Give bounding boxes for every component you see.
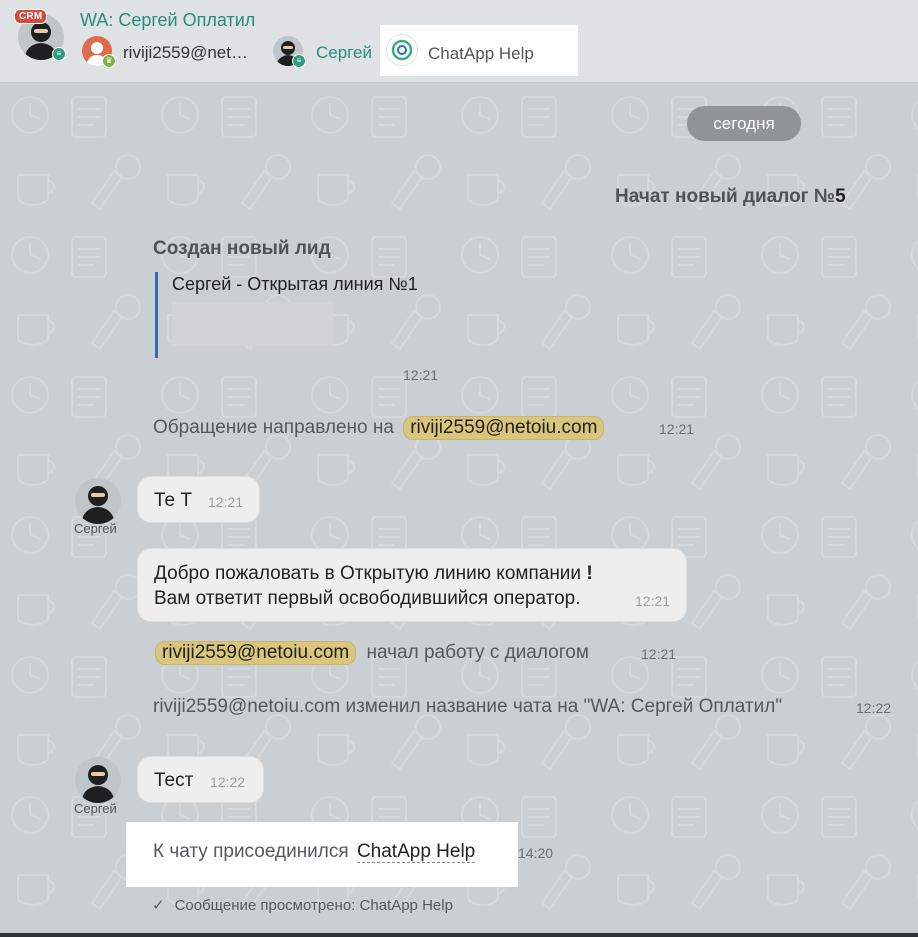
welcome-line-1: Добро пожаловать в Открытую линию компан… (154, 563, 593, 584)
lead-time: 12:21 (403, 367, 439, 383)
chat-renamed-notice: riviji2559@netoiu.com изменил название ч… (153, 696, 783, 717)
message-bubble[interactable]: Те Т 12:21 (137, 476, 260, 523)
joined-highlight: К чату присоединился ChatApp Help 14:20 (126, 822, 553, 887)
quote-bar (155, 272, 158, 358)
started-time: 12:21 (641, 646, 677, 662)
message-text: Тест (154, 770, 194, 791)
message-text: Те Т (154, 490, 192, 511)
crm-badge: CRM (14, 9, 48, 24)
crown-icon: ♛ (102, 54, 116, 68)
seen-status: ✓ Сообщение просмотрено: ChatApp Help (152, 896, 453, 914)
operator-mention[interactable]: riviji2559@netoiu.com (403, 416, 605, 440)
message-bubble[interactable]: Тест 12:22 (137, 756, 264, 803)
joined-user-link[interactable]: ChatApp Help (356, 841, 476, 863)
sender-name: Сергей (74, 801, 117, 816)
welcome-message-bubble[interactable]: Добро пожаловать в Открытую линию компан… (137, 548, 687, 622)
check-icon: ✓ (152, 897, 165, 914)
message-time: 12:21 (635, 593, 671, 609)
member-name-riviji[interactable]: riviji2559@net… (123, 43, 248, 63)
new-dialog-number: 5 (835, 186, 846, 207)
lead-created-title: Создан новый лид (153, 238, 331, 259)
new-dialog-notice: Начат новый диалог №5 (615, 186, 846, 208)
bottom-edge (0, 933, 918, 937)
message-time: 12:22 (210, 774, 246, 790)
operator-mention[interactable]: riviji2559@netoiu.com (155, 641, 357, 665)
new-dialog-text: Начат новый диалог № (615, 186, 836, 207)
lead-link[interactable]: Сергей - Открытая линия №1 (172, 274, 418, 295)
member-name-sergey[interactable]: Сергей (316, 43, 372, 63)
message-time: 12:21 (208, 494, 244, 510)
openline-badge-icon: ≡ (292, 54, 306, 68)
sender-name: Сергей (74, 521, 117, 536)
forwarded-text: Обращение направлено на (153, 417, 394, 438)
welcome-line-2: Вам ответит первый освободившийся операт… (154, 588, 581, 609)
member-name-chatapp: ChatApp Help (428, 44, 534, 63)
sender-avatar[interactable] (75, 478, 121, 524)
ninja-avatar-icon (81, 765, 115, 803)
chat-title[interactable]: WA: Сергей Оплатил (80, 10, 255, 31)
ninja-avatar-icon (81, 486, 115, 524)
operator-started-notice: riviji2559@netoiu.com начал работу с диа… (155, 641, 589, 665)
chatapp-help-member[interactable]: ChatApp Help (380, 25, 578, 76)
chatapp-logo-icon (386, 34, 418, 66)
openline-badge-icon: ≡ (52, 47, 66, 61)
forwarded-time: 12:21 (659, 421, 695, 437)
joined-text: К чату присоединился (153, 841, 349, 862)
date-separator: сегодня (687, 106, 801, 141)
chat-header: CRM ≡ WA: Сергей Оплатил ♛ riviji2559@ne… (0, 0, 918, 83)
started-text: начал работу с диалогом (366, 642, 589, 663)
redacted-area (172, 302, 334, 346)
forwarded-notice: Обращение направлено на riviji2559@netoi… (153, 416, 605, 440)
renamed-time: 12:22 (856, 700, 892, 716)
seen-text: Сообщение просмотрено: ChatApp Help (174, 897, 453, 914)
joined-time: 14:20 (518, 845, 554, 861)
joined-notice: К чату присоединился ChatApp Help (153, 841, 476, 863)
sender-avatar[interactable] (75, 757, 121, 803)
